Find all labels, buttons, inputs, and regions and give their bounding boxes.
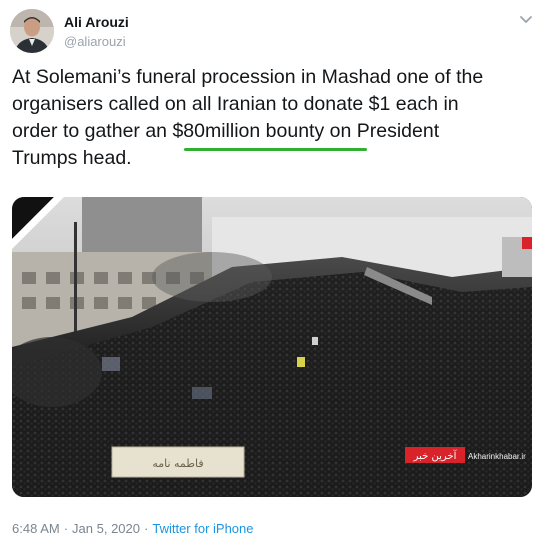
crowd-photo: فاطمه نامه آخرین خبر Akharinkhabar.ir — [12, 197, 532, 497]
media-image[interactable]: فاطمه نامه آخرین خبر Akharinkhabar.ir — [12, 197, 532, 497]
author-name[interactable]: Ali Arouzi — [64, 14, 129, 30]
watermark-site: Akharinkhabar.ir — [468, 452, 526, 461]
separator-dot: · — [63, 521, 69, 536]
tweet-line-part: order to gather an — [12, 120, 173, 142]
tweet-card: Ali Arouzi @aliarouzi At Solemani’s fune… — [0, 0, 550, 547]
bounty-highlight: $80million bounty — [172, 120, 325, 142]
tweet-meta: 6:48 AM · Jan 5, 2020 · Twitter for iPhone — [12, 521, 254, 536]
tweet-line: order to gather an $80million bounty on … — [12, 118, 542, 145]
author-handle[interactable]: @aliarouzi — [64, 34, 126, 49]
tweet-line: At Solemani’s funeral procession in Mash… — [12, 66, 484, 88]
tweet-line-part: on President — [324, 120, 440, 142]
avatar-image — [10, 9, 54, 53]
chevron-down-icon[interactable] — [518, 12, 534, 28]
tweet-line: organisers called on all Iranian to dona… — [12, 93, 459, 115]
tweet-date[interactable]: Jan 5, 2020 — [72, 521, 140, 536]
highlight-underline — [184, 148, 367, 151]
separator-dot: · — [144, 521, 149, 536]
avatar[interactable] — [10, 9, 54, 53]
watermark-logo: آخرین خبر — [413, 449, 458, 462]
tweet-text: At Solemani’s funeral procession in Mash… — [12, 64, 542, 172]
tweet-source-link[interactable]: Twitter for iPhone — [152, 521, 253, 536]
banner-text: فاطمه نامه — [152, 457, 203, 470]
tweet-time[interactable]: 6:48 AM — [12, 521, 60, 536]
